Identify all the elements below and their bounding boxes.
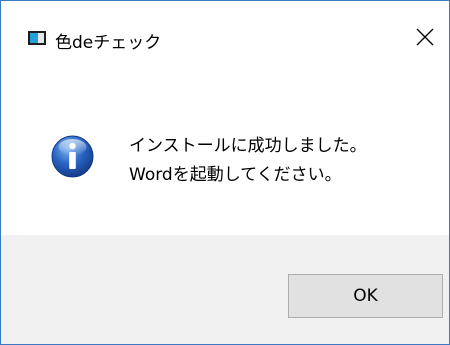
message-line-1: インストールに成功しました。 xyxy=(129,136,367,156)
app-window-icon xyxy=(28,31,46,45)
button-bar: OK xyxy=(1,235,449,344)
window-title: 色deチェック xyxy=(55,33,162,53)
close-button[interactable] xyxy=(403,19,447,55)
information-icon xyxy=(51,135,94,178)
ok-button[interactable]: OK xyxy=(288,274,443,318)
dialog-message: インストールに成功しました。 Wordを起動してください。 xyxy=(129,132,367,190)
message-line-2: Wordを起動してください。 xyxy=(129,165,342,185)
title-bar[interactable]: 色deチェック xyxy=(1,1,449,53)
message-dialog: 色deチェック インストールに成功しました。 Wordを起動してください。 OK xyxy=(0,0,450,345)
close-icon xyxy=(416,28,434,46)
